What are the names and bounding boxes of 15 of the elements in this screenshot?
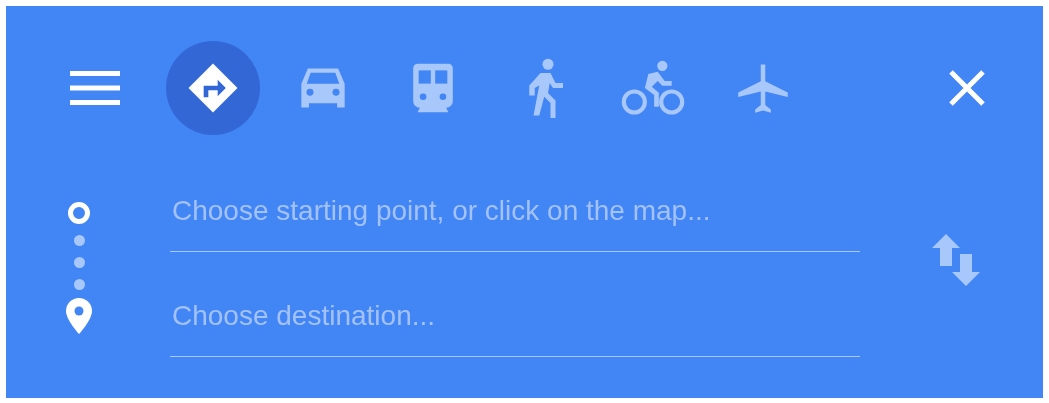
swap-button[interactable] — [932, 234, 980, 286]
cyclist-icon — [620, 60, 686, 116]
menu-button[interactable] — [70, 71, 120, 105]
menu-icon — [70, 71, 120, 105]
starting-point-field[interactable]: Choose starting point, or click on the map... — [170, 170, 860, 252]
origin-circle-icon — [67, 201, 91, 225]
route-dot-icon — [73, 279, 85, 290]
swap-arrows-icon — [932, 234, 980, 286]
close-icon — [948, 69, 986, 107]
train-icon — [411, 61, 455, 115]
location-pin-icon — [66, 298, 92, 334]
destination-field[interactable]: Choose destination... — [170, 275, 860, 357]
route-dot-icon — [73, 235, 85, 246]
route-dot-icon — [73, 257, 85, 268]
close-button[interactable] — [947, 68, 987, 108]
